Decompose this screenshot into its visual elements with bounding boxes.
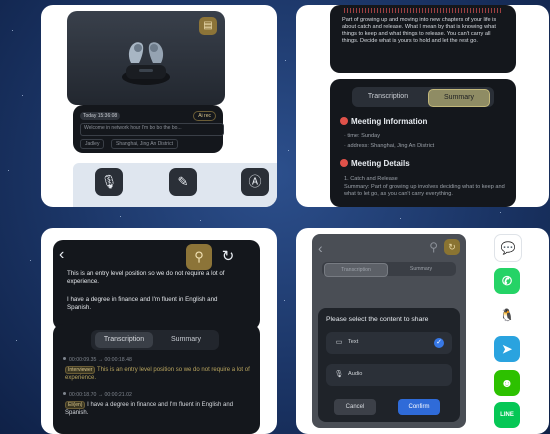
- speaker-identify-icon[interactable]: ⚲: [429, 240, 438, 254]
- tab-summary[interactable]: Summary: [157, 332, 215, 348]
- back-arrow-icon[interactable]: ‹: [59, 246, 64, 264]
- clipboard-icon[interactable]: ▤: [199, 17, 217, 35]
- option-text-label: Text: [348, 339, 359, 345]
- share-app-list: 💬 ✆ 🐧 ➤ ☻ LINE: [490, 234, 524, 428]
- meeting-information-title: Meeting Information: [340, 117, 427, 126]
- tab-summary[interactable]: Summary: [390, 263, 452, 275]
- share-dialog: Please select the content to share ▭ Tex…: [318, 308, 460, 422]
- summary-panel: Part of growing up and moving into new c…: [296, 5, 549, 207]
- meeting-address: · address: Shanghai, Jing An District: [344, 143, 435, 149]
- summary-view: Transcription Summary Meeting Informatio…: [330, 79, 516, 207]
- back-arrow-icon[interactable]: ‹: [318, 240, 323, 256]
- recorder-panel: ▤ Today 15:36:08 Ai rec Welcome in netwo…: [41, 5, 277, 207]
- transcription-panel: ‹ ⚲ ↻ This is an entry level position so…: [41, 228, 277, 434]
- timestamp: 00:00:09.35 → 00:00:18.48: [63, 357, 132, 363]
- tab-transcription[interactable]: Transcription: [356, 89, 420, 105]
- qq-icon[interactable]: 🐧: [494, 302, 520, 328]
- translate-icon[interactable]: Ⓐ: [241, 168, 269, 196]
- messages-icon[interactable]: 💬: [494, 234, 522, 262]
- alarm-icon: [340, 159, 348, 167]
- bottom-toolbar: 🎙 ✎ Ⓐ: [73, 163, 277, 207]
- speaker-identify-icon[interactable]: ⚲: [186, 244, 212, 270]
- speaker-tag[interactable]: Interviewer: [65, 366, 96, 374]
- excerpt-line-1: This is an entry level position so we do…: [67, 270, 225, 285]
- option-audio-label: Audio: [348, 371, 363, 377]
- tab-bar: Transcription Summary: [352, 87, 494, 107]
- line-icon[interactable]: LINE: [494, 402, 520, 428]
- confirm-button[interactable]: Confirm: [398, 399, 440, 415]
- share-icon[interactable]: ↻: [444, 239, 460, 255]
- tab-transcription[interactable]: Transcription: [324, 263, 388, 277]
- tab-transcription[interactable]: Transcription: [95, 332, 153, 348]
- share-option-text[interactable]: ▭ Text ✓: [326, 332, 452, 354]
- recording-card[interactable]: Today 15:36:08 Ai rec Welcome in network…: [73, 105, 224, 153]
- transcript-entry[interactable]: Eli(en) I have a degree in finance and I…: [65, 401, 253, 417]
- details-summary: Summary: Part of growing up involves dec…: [344, 184, 505, 197]
- share-option-audio[interactable]: 🎙 Audio: [326, 364, 452, 386]
- entry-text: I have a degree in finance and I'm fluen…: [65, 402, 234, 416]
- location-chip: Shanghai, Jing An District: [111, 139, 178, 149]
- document-icon: ▭: [335, 339, 343, 346]
- tab-summary[interactable]: Summary: [428, 89, 490, 107]
- transcript-header: ‹ ⚲ ↻ This is an entry level position so…: [53, 240, 260, 330]
- transcription-view: Transcription Summary 00:00:09.35 → 00:0…: [53, 324, 260, 434]
- telegram-icon[interactable]: ➤: [494, 336, 520, 362]
- tab-bar: Transcription Summary: [322, 262, 456, 277]
- details-item: 1. Catch and Release: [344, 176, 398, 182]
- excerpt-text: Part of growing up and moving into new c…: [342, 17, 497, 44]
- speaker-tag[interactable]: Eli(en): [65, 401, 86, 409]
- whatsapp-icon[interactable]: ✆: [494, 268, 520, 294]
- speaker-chip: Jadley: [80, 139, 105, 149]
- share-panel: ‹ ⚲ ↻ Transcription Summary Please selec…: [296, 228, 549, 434]
- timestamp: 00:00:18.70 → 00:00:21.02: [63, 392, 132, 398]
- ai-badge[interactable]: Ai rec: [193, 111, 216, 121]
- refresh-icon[interactable]: ↻: [215, 244, 241, 270]
- share-dialog-title: Please select the content to share: [326, 316, 429, 323]
- meeting-time: · time: Sunday: [344, 133, 381, 139]
- transcript-entry[interactable]: Interviewer This is an entry level posit…: [65, 366, 253, 382]
- tab-bar: Transcription Summary: [91, 330, 219, 350]
- wechat-icon[interactable]: ☻: [494, 370, 520, 396]
- checkmark-icon[interactable]: ✓: [434, 338, 444, 348]
- transcript-excerpt: Part of growing up and moving into new c…: [330, 5, 516, 73]
- cancel-button[interactable]: Cancel: [334, 399, 376, 415]
- meeting-details-title: Meeting Details: [340, 159, 410, 168]
- excerpt-line-2: I have a degree in finance and I'm fluen…: [67, 296, 218, 311]
- device-card[interactable]: ▤: [67, 11, 225, 105]
- microphone-icon[interactable]: 🎙: [95, 168, 123, 196]
- record-date: Today 15:36:08: [80, 112, 121, 120]
- alarm-icon: [340, 117, 348, 125]
- earbuds-image: [122, 42, 170, 85]
- microphone-icon: 🎙: [334, 371, 344, 378]
- audio-waveform[interactable]: [344, 8, 502, 13]
- voice-recorder-icon[interactable]: ✎: [169, 168, 197, 196]
- record-preview: Welcome in network hour I'm bo bo the bo…: [80, 123, 224, 136]
